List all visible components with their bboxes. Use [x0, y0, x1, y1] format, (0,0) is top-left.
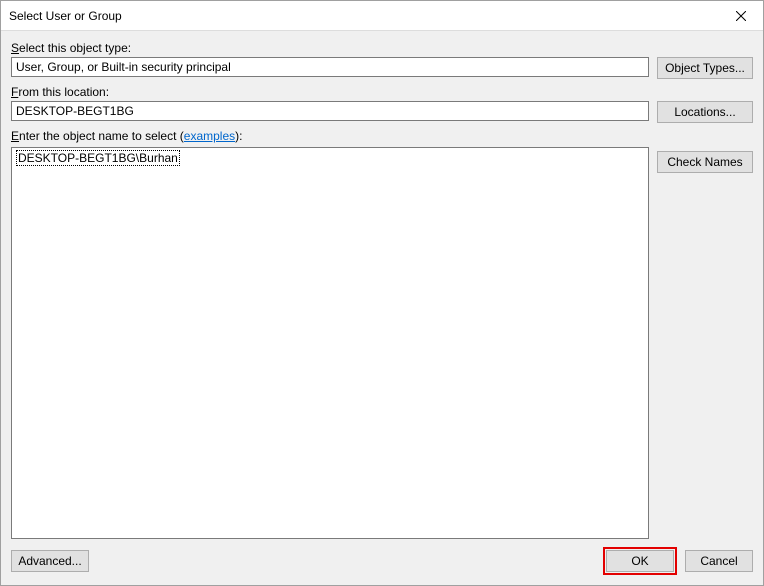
close-icon [736, 11, 746, 21]
ok-button[interactable]: OK [606, 550, 674, 572]
object-name-area: DESKTOP-BEGT1BG\Burhan Check Names [11, 147, 753, 539]
object-name-label: Enter the object name to select (example… [11, 129, 649, 143]
location-label: From this location: [11, 85, 649, 99]
cancel-button[interactable]: Cancel [685, 550, 753, 572]
object-type-row: Select this object type: Object Types... [11, 41, 753, 79]
close-button[interactable] [718, 1, 763, 31]
object-name-label-row: Enter the object name to select (example… [11, 129, 753, 145]
window-title: Select User or Group [9, 9, 718, 23]
object-types-button[interactable]: Object Types... [657, 57, 753, 79]
check-names-button[interactable]: Check Names [657, 151, 753, 173]
examples-link[interactable]: examples [184, 129, 235, 143]
object-type-label: Select this object type: [11, 41, 649, 55]
location-row: From this location: Locations... [11, 85, 753, 123]
ok-highlight: OK [603, 547, 677, 575]
dialog-content: Select this object type: Object Types...… [1, 31, 763, 585]
location-field[interactable] [11, 101, 649, 121]
titlebar: Select User or Group [1, 1, 763, 31]
select-user-group-dialog: Select User or Group Select this object … [0, 0, 764, 586]
bottom-bar: Advanced... OK Cancel [11, 539, 753, 575]
locations-button[interactable]: Locations... [657, 101, 753, 123]
object-name-input[interactable]: DESKTOP-BEGT1BG\Burhan [11, 147, 649, 539]
advanced-button[interactable]: Advanced... [11, 550, 89, 572]
object-name-value: DESKTOP-BEGT1BG\Burhan [16, 150, 180, 166]
object-type-field[interactable] [11, 57, 649, 77]
